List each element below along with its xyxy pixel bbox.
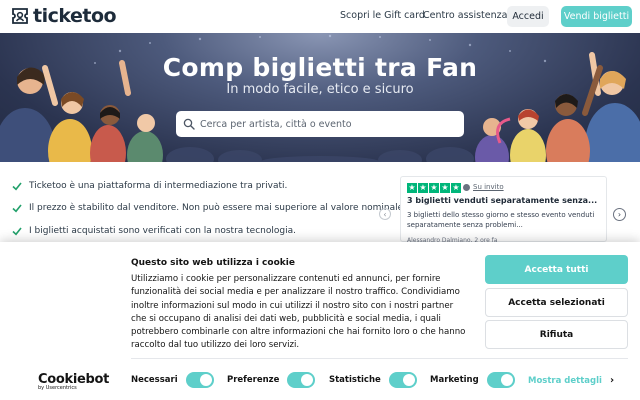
chevron-right-icon: › — [617, 210, 622, 219]
toggle-label: Marketing — [430, 375, 479, 385]
check-icon — [12, 227, 22, 236]
show-details-label: Mostra dettagli — [528, 375, 602, 386]
search-input[interactable] — [200, 118, 450, 130]
show-details-link[interactable]: Mostra dettagli › — [528, 375, 614, 386]
toggle-switch[interactable] — [287, 372, 316, 388]
ticket-fan-logo-icon — [12, 8, 28, 24]
check-icon — [12, 182, 22, 191]
toggle-knob — [402, 374, 415, 386]
accept-all-button[interactable]: Accetta tutti — [485, 255, 628, 284]
search-icon — [183, 118, 195, 130]
toggle-knob — [199, 374, 212, 386]
feature-text: I biglietti acquistati sono verificati c… — [29, 226, 296, 236]
star-icon: ★ — [440, 183, 450, 193]
toggle-knob — [500, 374, 513, 386]
toggle-preferences: Preferenze — [227, 372, 316, 388]
toggle-knob — [301, 374, 314, 386]
review-card[interactable]: ★ ★ ★ ★ ★ Su invito 3 biglietti venduti … — [400, 176, 607, 244]
cookie-consent-banner: Questo sito web utilizza i cookie Utiliz… — [0, 242, 640, 400]
toggle-switch[interactable] — [388, 372, 417, 388]
feature-item: Ticketoo è una piattaforma di intermedia… — [12, 181, 287, 191]
star-icon: ★ — [451, 183, 461, 193]
divider — [131, 358, 628, 359]
star-icon: ★ — [429, 183, 439, 193]
toggle-label: Necessari — [131, 375, 178, 385]
toggle-marketing: Marketing — [430, 372, 515, 388]
login-button[interactable]: Accedi — [507, 6, 549, 27]
feature-text: Ticketoo è una piattaforma di intermedia… — [29, 181, 288, 191]
reject-button[interactable]: Rifiuta — [485, 320, 628, 349]
toggle-statistics: Statistiche — [329, 372, 417, 388]
cookie-title: Questo sito web utilizza i cookie — [131, 258, 295, 268]
toggle-label: Preferenze — [227, 375, 280, 385]
accept-selected-button[interactable]: Accetta selezionati — [485, 288, 628, 317]
review-body: 3 biglietti dello stesso giorno e stesso… — [407, 211, 595, 229]
hero-subtitle: In modo facile, etico e sicuro — [226, 82, 414, 97]
cookie-description: Utilizziamo i cookie per personalizzare … — [131, 274, 466, 351]
toggle-necessary: Necessari — [131, 372, 214, 388]
feature-text: Il prezzo è stabilito dal venditore. Non… — [29, 203, 407, 213]
logo-text: ticketoo — [33, 5, 117, 27]
cookiebot-logo[interactable]: Cookiebot by Usercentrics — [38, 372, 109, 391]
toggle-switch[interactable] — [486, 372, 515, 388]
invited-badge: Su invito — [463, 183, 504, 191]
nav-gift-card-link[interactable]: Scopri le Gift card — [340, 10, 425, 21]
chevron-right-icon: › — [609, 375, 615, 386]
check-icon — [12, 204, 22, 213]
chevron-left-icon: ‹ — [383, 209, 387, 219]
carousel-prev-button[interactable]: ‹ — [379, 208, 391, 220]
verified-icon — [463, 183, 470, 191]
invited-label: Su invito — [473, 183, 504, 191]
feature-item: I biglietti acquistati sono verificati c… — [12, 226, 296, 236]
toggle-label: Statistiche — [329, 375, 381, 385]
review-title: 3 biglietti venduti separatamente senza.… — [407, 196, 598, 205]
top-header: ticketoo Scopri le Gift card Centro assi… — [0, 0, 640, 33]
carousel-next-button[interactable]: › — [613, 208, 626, 221]
hero-banner: Comp biglietti tra Fan In modo facile, e… — [0, 33, 640, 162]
feature-item: Il prezzo è stabilito dal venditore. Non… — [12, 203, 406, 213]
star-icon: ★ — [418, 183, 428, 193]
search-bar[interactable] — [176, 111, 464, 137]
trustpilot-rating-stars: ★ ★ ★ ★ ★ — [407, 183, 462, 193]
nav-help-center-link[interactable]: Centro assistenza — [423, 10, 507, 21]
toggle-switch[interactable] — [185, 372, 214, 388]
star-icon: ★ — [407, 183, 417, 193]
hero-title: Comp biglietti tra Fan — [162, 53, 478, 82]
sell-tickets-button[interactable]: Vendi biglietti — [561, 6, 632, 27]
ticketoo-logo[interactable]: ticketoo — [10, 5, 117, 27]
